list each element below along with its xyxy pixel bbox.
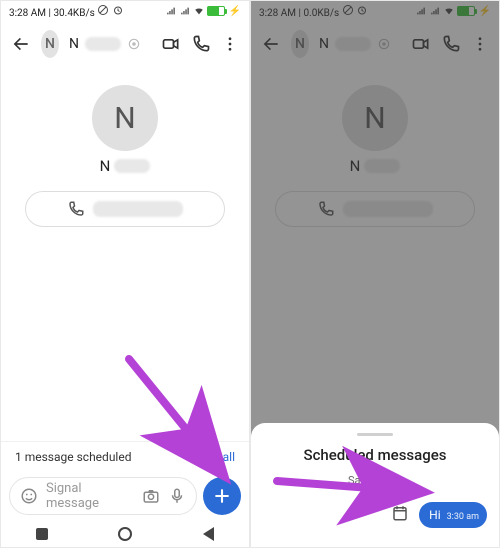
- plus-icon: [212, 486, 232, 506]
- redacted-text: [343, 201, 433, 217]
- message-input[interactable]: Signal message: [9, 477, 197, 515]
- back-icon[interactable]: [261, 31, 281, 57]
- call-button[interactable]: [25, 191, 225, 227]
- signal-icon: [165, 6, 177, 16]
- nav-home-icon[interactable]: [118, 527, 132, 541]
- see-all-link[interactable]: See all: [200, 450, 235, 464]
- status-right: ⚡: [165, 6, 241, 17]
- charging-icon: ⚡: [229, 6, 241, 17]
- redacted-text: [93, 201, 183, 217]
- contact-name[interactable]: N: [69, 36, 141, 52]
- composer-row: Signal message: [1, 471, 249, 521]
- signal-icon: [415, 6, 427, 16]
- scheduled-messages-sheet[interactable]: Scheduled messages Sat, 24 Feb Hi 3:30 a…: [251, 423, 499, 547]
- scheduled-count-label: 1 message scheduled: [15, 450, 131, 464]
- nav-back-icon[interactable]: [203, 527, 214, 541]
- chat-header: N N: [1, 21, 249, 67]
- phone-icon: [67, 200, 85, 218]
- wifi-icon: [443, 6, 455, 16]
- sheet-title: Scheduled messages: [263, 446, 487, 464]
- calendar-icon[interactable]: [391, 504, 409, 526]
- scheduled-banner: 1 message scheduled See all: [1, 441, 249, 471]
- badge-icon: [377, 37, 391, 51]
- status-bar: 3:28 AM | 0.0KB/s ⚡: [251, 1, 499, 21]
- nav-recent-icon[interactable]: [36, 528, 48, 540]
- status-right: ⚡: [415, 6, 491, 17]
- more-icon[interactable]: [471, 31, 489, 57]
- video-call-icon[interactable]: [411, 31, 431, 57]
- bubble-text: Hi: [429, 508, 440, 522]
- more-icon[interactable]: [221, 31, 239, 57]
- chat-body: N N: [1, 67, 249, 441]
- signal-icon-2: [179, 6, 191, 16]
- redacted-text: [364, 159, 400, 173]
- avatar-small[interactable]: N: [41, 30, 59, 58]
- profile-name: N: [100, 157, 151, 175]
- video-call-icon[interactable]: [161, 31, 181, 57]
- phone-icon: [317, 200, 335, 218]
- emoji-icon[interactable]: [20, 487, 38, 505]
- screen-scheduled-sheet: 3:28 AM | 0.0KB/s ⚡ N N: [250, 0, 500, 548]
- dnd-icon: [97, 4, 109, 16]
- screen-chat: 3:28 AM | 30.4KB/s ⚡ N N: [0, 0, 250, 548]
- scheduled-message-bubble[interactable]: Hi 3:30 am: [419, 502, 487, 528]
- scheduled-message-row: Hi 3:30 am: [263, 497, 487, 533]
- mic-icon[interactable]: [168, 487, 186, 505]
- redacted-text: [114, 159, 150, 173]
- status-bar: 3:28 AM | 30.4KB/s ⚡: [1, 1, 249, 21]
- message-placeholder: Signal message: [46, 481, 134, 511]
- sheet-handle[interactable]: [357, 433, 393, 436]
- badge-icon: [127, 37, 141, 51]
- add-button[interactable]: [203, 477, 241, 515]
- back-icon[interactable]: [11, 31, 31, 57]
- avatar-large[interactable]: N: [92, 85, 158, 151]
- bubble-time: 3:30 am: [447, 512, 479, 522]
- status-time-net: 3:28 AM | 0.0KB/s: [259, 4, 368, 19]
- dnd-icon: [342, 4, 354, 16]
- avatar-small[interactable]: N: [291, 30, 309, 58]
- battery-icon: [457, 6, 477, 16]
- wifi-icon: [193, 6, 205, 16]
- call-button[interactable]: [275, 191, 475, 227]
- sheet-date: Sat, 24 Feb: [263, 474, 487, 487]
- alarm-icon: [356, 4, 368, 16]
- android-nav: [1, 521, 249, 547]
- voice-call-icon[interactable]: [441, 31, 461, 57]
- redacted-text: [335, 37, 371, 51]
- avatar-large[interactable]: N: [342, 85, 408, 151]
- charging-icon: ⚡: [479, 6, 491, 17]
- profile-name: N: [350, 157, 401, 175]
- chat-header: N N: [251, 21, 499, 67]
- alarm-icon: [112, 4, 124, 16]
- voice-call-icon[interactable]: [191, 31, 211, 57]
- signal-icon-2: [429, 6, 441, 16]
- camera-icon[interactable]: [142, 487, 160, 505]
- status-time-net: 3:28 AM | 30.4KB/s: [9, 4, 124, 19]
- contact-name[interactable]: N: [319, 36, 391, 52]
- battery-icon: [207, 6, 227, 16]
- redacted-text: [85, 37, 121, 51]
